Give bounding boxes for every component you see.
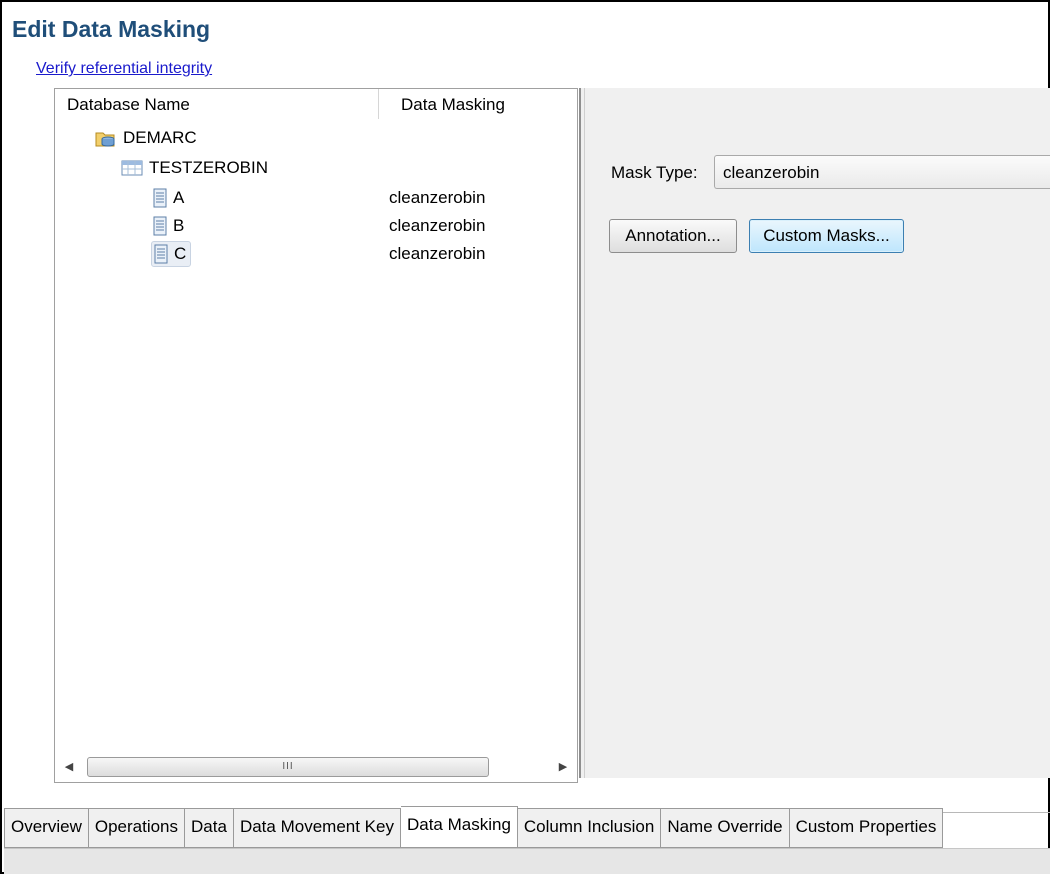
tree-row-b[interactable]: B cleanzerobin bbox=[55, 213, 577, 241]
tab-custom-properties[interactable]: Custom Properties bbox=[789, 808, 944, 848]
tab-column-inclusion[interactable]: Column Inclusion bbox=[517, 808, 662, 848]
scroll-left-arrow-icon[interactable]: ◀ bbox=[63, 760, 75, 774]
status-strip bbox=[4, 848, 1050, 874]
tree-row-demarc[interactable]: DEMARC bbox=[55, 125, 577, 153]
node-mask-value: cleanzerobin bbox=[389, 188, 486, 207]
editor-tabbar: Overview Operations Data Data Movement K… bbox=[4, 806, 944, 848]
tree-row-testzerobin[interactable]: TESTZEROBIN bbox=[55, 155, 577, 183]
tab-name-override[interactable]: Name Override bbox=[661, 808, 790, 848]
tree-node-label: A bbox=[173, 188, 185, 207]
scroll-track[interactable]: III bbox=[87, 757, 555, 777]
masking-tree[interactable]: Database Name Data Masking DEMARC TESTZE… bbox=[54, 88, 578, 783]
tree-node-label: DEMARC bbox=[123, 128, 197, 147]
column-separator[interactable] bbox=[378, 89, 379, 119]
database-folder-icon bbox=[95, 128, 117, 148]
tab-data[interactable]: Data bbox=[185, 808, 234, 848]
node-mask-value: cleanzerobin bbox=[389, 244, 486, 263]
scroll-thumb[interactable]: III bbox=[87, 757, 489, 777]
tree-horizontal-scrollbar[interactable]: ◀ III ▶ bbox=[57, 756, 575, 778]
verify-referential-integrity-link[interactable]: Verify referential integrity bbox=[36, 60, 212, 78]
tree-node-label: B bbox=[173, 216, 185, 235]
tree-header: Database Name Data Masking bbox=[55, 89, 577, 121]
masking-detail-panel: Mask Type: cleanzerobin Annotation... Cu… bbox=[585, 88, 1050, 778]
annotation-button[interactable]: Annotation... bbox=[609, 219, 737, 253]
tree-row-c[interactable]: C cleanzerobin bbox=[55, 241, 577, 269]
mask-type-label: Mask Type: bbox=[611, 163, 698, 182]
tab-data-movement-key[interactable]: Data Movement Key bbox=[233, 808, 401, 848]
tree-node-a[interactable]: A bbox=[151, 185, 188, 211]
tree-node-label: C bbox=[174, 244, 187, 263]
custom-masks-button[interactable]: Custom Masks... bbox=[749, 219, 904, 253]
table-icon bbox=[121, 159, 143, 177]
tab-data-masking[interactable]: Data Masking bbox=[400, 806, 518, 848]
tab-operations[interactable]: Operations bbox=[88, 808, 186, 848]
node-mask-value: cleanzerobin bbox=[389, 216, 486, 235]
tree-row-a[interactable]: A cleanzerobin bbox=[55, 185, 577, 213]
column-header-data-masking[interactable]: Data Masking bbox=[401, 95, 505, 115]
tree-node-testzerobin[interactable]: TESTZEROBIN bbox=[119, 155, 272, 181]
tab-overview[interactable]: Overview bbox=[4, 808, 89, 848]
column-header-database-name[interactable]: Database Name bbox=[67, 95, 190, 115]
column-icon bbox=[153, 188, 167, 208]
mask-type-select[interactable]: cleanzerobin bbox=[714, 155, 1050, 189]
page-title: Edit Data Masking bbox=[12, 16, 211, 42]
tree-node-b[interactable]: B bbox=[151, 213, 188, 239]
column-icon bbox=[154, 244, 168, 264]
editor-frame: Edit Data Masking Verify referential int… bbox=[0, 0, 1050, 874]
tree-node-label: TESTZEROBIN bbox=[149, 158, 269, 177]
column-icon bbox=[153, 216, 167, 236]
tree-node-demarc[interactable]: DEMARC bbox=[93, 125, 201, 151]
tree-node-c[interactable]: C bbox=[151, 241, 192, 267]
scroll-right-arrow-icon[interactable]: ▶ bbox=[557, 760, 569, 774]
